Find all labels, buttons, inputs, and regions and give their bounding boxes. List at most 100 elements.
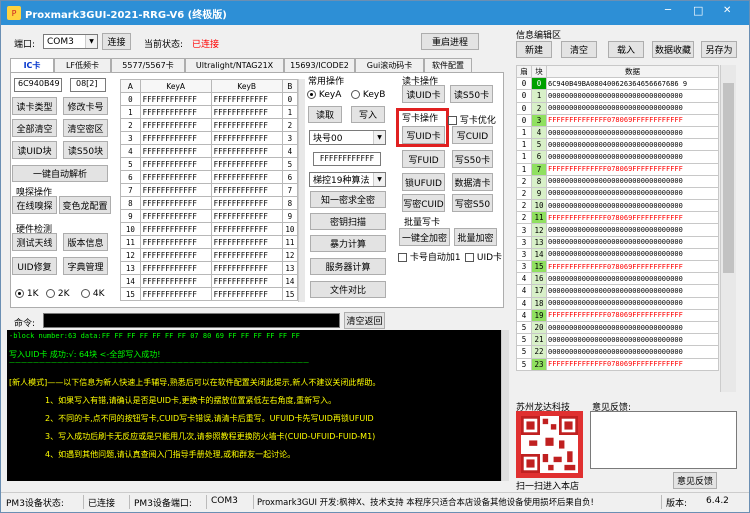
- port-select[interactable]: COM3 ▼: [43, 34, 98, 49]
- keyb-cell[interactable]: FFFFFFFFFFFF: [210, 118, 283, 132]
- data-cell[interactable]: 00000000000000000000000000000000: [546, 138, 719, 152]
- radio-2k[interactable]: 2K: [46, 289, 70, 299]
- read-type-button[interactable]: 读卡类型: [12, 97, 57, 115]
- keyb-cell[interactable]: FFFFFFFFFFFF: [210, 222, 283, 236]
- keya-cell[interactable]: FFFFFFFFFFFF: [139, 222, 212, 236]
- scroll-thumb[interactable]: [723, 83, 734, 273]
- data-table-row[interactable]: 4 19 FFFFFFFFFFFFFF078069FFFFFFFFFFFF: [516, 308, 719, 322]
- version-info-button[interactable]: 版本信息: [63, 233, 108, 251]
- data-cell[interactable]: 00000000000000000000000000000000: [546, 199, 719, 213]
- data-cell[interactable]: FFFFFFFFFFFFFF078069FFFFFFFFFFFF: [546, 113, 719, 127]
- data-cell[interactable]: FFFFFFFFFFFFFF078069FFFFFFFFFFFF: [546, 162, 719, 176]
- write-pwd-s50-button[interactable]: 写密S50: [452, 194, 493, 212]
- data-table-row[interactable]: 5 22 00000000000000000000000000000000: [516, 345, 719, 359]
- clear-all-button[interactable]: 全部清空: [12, 119, 57, 137]
- clean-card-button[interactable]: 数据清卡: [452, 173, 493, 191]
- write-s50-card-button[interactable]: 写S50卡: [452, 150, 493, 168]
- radio-4k[interactable]: 4K: [81, 289, 105, 299]
- radio-1k[interactable]: 1K: [15, 289, 39, 299]
- clear-return-button[interactable]: 清空返回: [344, 312, 385, 329]
- keyb-cell[interactable]: FFFFFFFFFFFF: [210, 92, 283, 106]
- key-table-scrollbar[interactable]: [298, 79, 305, 302]
- dict-manage-button[interactable]: 字典管理: [63, 257, 108, 275]
- keya-cell[interactable]: FFFFFFFFFFFF: [139, 261, 212, 275]
- keyb-cell[interactable]: FFFFFFFFFFFF: [210, 131, 283, 145]
- keya-cell[interactable]: FFFFFFFFFFFF: [139, 92, 212, 106]
- tab-ic[interactable]: IC卡: [10, 58, 54, 72]
- data-cell[interactable]: 6C940B49BA080400626364656667686 9: [546, 77, 719, 91]
- close-icon[interactable]: ✕: [723, 5, 731, 16]
- chameleon-config-button[interactable]: 变色龙配置: [59, 196, 111, 214]
- keya-cell[interactable]: FFFFFFFFFFFF: [139, 118, 212, 132]
- batch-encrypt-button[interactable]: 批量加密: [454, 228, 497, 246]
- new-button[interactable]: 新建: [516, 41, 552, 58]
- data-table-row[interactable]: 5 23 FFFFFFFFFFFFFF078069FFFFFFFFFFFF: [516, 357, 719, 371]
- data-table-row[interactable]: 5 21 00000000000000000000000000000000: [516, 333, 719, 347]
- key-table-row[interactable]: 1 FFFFFFFFFFFF FFFFFFFFFFFF 1: [120, 105, 299, 119]
- data-cell[interactable]: 00000000000000000000000000000000: [546, 272, 719, 286]
- auto-increment-checkbox[interactable]: 卡号自动加1: [398, 250, 461, 263]
- keya-cell[interactable]: FFFFFFFFFFFF: [139, 170, 212, 184]
- key-table-row[interactable]: 6 FFFFFFFFFFFF FFFFFFFFFFFF 6: [120, 170, 299, 184]
- server-calc-button[interactable]: 服务器计算: [310, 258, 386, 275]
- online-sniff-button[interactable]: 在线嗅探: [12, 196, 57, 214]
- data-table-row[interactable]: 2 10 00000000000000000000000000000000: [516, 199, 719, 213]
- console-output[interactable]: -block number:63 data:FF FF FF FF FF FF …: [7, 330, 501, 481]
- clear-data-button[interactable]: 清空: [561, 41, 597, 58]
- data-cell[interactable]: 00000000000000000000000000000000: [546, 284, 719, 298]
- keya-cell[interactable]: FFFFFFFFFFFF: [139, 196, 212, 210]
- command-input[interactable]: [43, 313, 340, 328]
- keya-cell[interactable]: FFFFFFFFFFFF: [139, 248, 212, 262]
- keyb-cell[interactable]: FFFFFFFFFFFF: [210, 144, 283, 158]
- key-table-row[interactable]: 10 FFFFFFFFFFFF FFFFFFFFFFFF 10: [120, 222, 299, 236]
- qr-code[interactable]: [516, 411, 583, 478]
- data-table-row[interactable]: 1 5 00000000000000000000000000000000: [516, 138, 719, 152]
- keya-cell[interactable]: FFFFFFFFFFFF: [139, 144, 212, 158]
- tab-ultralight[interactable]: Ultralight/NTAG21X: [185, 58, 284, 72]
- data-table-row[interactable]: 4 18 00000000000000000000000000000000: [516, 296, 719, 310]
- keyb-cell[interactable]: FFFFFFFFFFFF: [210, 170, 283, 184]
- tab-settings[interactable]: 软件配置: [424, 58, 472, 72]
- key-table-row[interactable]: 4 FFFFFFFFFFFF FFFFFFFFFFFF 4: [120, 144, 299, 158]
- tab-5577[interactable]: 5577/5567卡: [111, 58, 185, 72]
- clear-key-button[interactable]: 清空密区: [63, 119, 108, 137]
- data-table-row[interactable]: 2 8 00000000000000000000000000000000: [516, 174, 719, 188]
- uid-card-checkbox[interactable]: UID卡: [465, 250, 502, 263]
- file-compare-button[interactable]: 文件对比: [310, 281, 386, 298]
- keyb-cell[interactable]: FFFFFFFFFFFF: [210, 105, 283, 119]
- write-button[interactable]: 写入: [351, 106, 385, 123]
- read-uid-block-button[interactable]: 读UID块: [12, 141, 57, 159]
- data-table-row[interactable]: 3 15 FFFFFFFFFFFFFF078069FFFFFFFFFFFF: [516, 259, 719, 274]
- lock-ufuid-button[interactable]: 锁UFUID: [402, 173, 445, 191]
- data-table-row[interactable]: 3 13 00000000000000000000000000000000: [516, 235, 719, 249]
- data-table-row[interactable]: 2 11 FFFFFFFFFFFFFF078069FFFFFFFFFFFF: [516, 211, 719, 225]
- keya-cell[interactable]: FFFFFFFFFFFF: [139, 209, 212, 223]
- data-table-row[interactable]: 1 7 FFFFFFFFFFFFFF078069FFFFFFFFFFFF: [516, 162, 719, 176]
- feedback-textarea[interactable]: [590, 411, 737, 469]
- keya-cell[interactable]: FFFFFFFFFFFF: [139, 287, 212, 301]
- data-cell[interactable]: 00000000000000000000000000000000: [546, 174, 719, 188]
- key-table-row[interactable]: 7 FFFFFFFFFFFF FFFFFFFFFFFF 7: [120, 183, 299, 197]
- keyb-cell[interactable]: FFFFFFFFFFFF: [210, 157, 283, 171]
- data-cell[interactable]: 00000000000000000000000000000000: [546, 235, 719, 249]
- data-table-row[interactable]: 1 6 00000000000000000000000000000000: [516, 150, 719, 164]
- key-table-row[interactable]: 9 FFFFFFFFFFFF FFFFFFFFFFFF 9: [120, 209, 299, 223]
- data-table-row[interactable]: 5 20 00000000000000000000000000000000: [516, 320, 719, 335]
- data-table-row[interactable]: 0 1 00000000000000000000000000000000: [516, 89, 719, 103]
- save-as-button[interactable]: 另存为: [701, 41, 737, 58]
- keyb-cell[interactable]: FFFFFFFFFFFF: [210, 196, 283, 210]
- key-scan-button[interactable]: 密钥扫描: [310, 213, 386, 230]
- keya-cell[interactable]: FFFFFFFFFFFF: [139, 105, 212, 119]
- keyb-cell[interactable]: FFFFFFFFFFFF: [210, 261, 283, 275]
- data-cell[interactable]: 00000000000000000000000000000000: [546, 150, 719, 164]
- keya-cell[interactable]: FFFFFFFFFFFF: [139, 157, 212, 171]
- data-cell[interactable]: 00000000000000000000000000000000: [546, 125, 719, 140]
- key-table-row[interactable]: 11 FFFFFFFFFFFF FFFFFFFFFFFF 11: [120, 235, 299, 249]
- encrypt-all-button[interactable]: 一键全加密: [399, 228, 450, 246]
- keya-cell[interactable]: FFFFFFFFFFFF: [139, 183, 212, 197]
- key-table-row[interactable]: 0 FFFFFFFFFFFF FFFFFFFFFFFF 0: [120, 92, 299, 106]
- key-input[interactable]: FFFFFFFFFFFF: [313, 152, 381, 166]
- key-table-row[interactable]: 2 FFFFFFFFFFFF FFFFFFFFFFFF 2: [120, 118, 299, 132]
- brute-force-button[interactable]: 暴力计算: [310, 235, 386, 252]
- keyb-cell[interactable]: FFFFFFFFFFFF: [210, 248, 283, 262]
